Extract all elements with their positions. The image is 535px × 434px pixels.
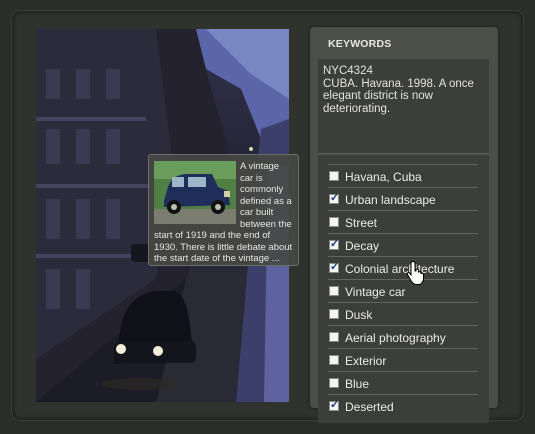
keyword-label: Deserted [345,400,394,414]
keywords-panel: KEYWORDS NYC4324 CUBA. Havana. 1998. A o… [310,27,498,423]
checkbox-icon[interactable]: ✓ [329,399,339,411]
keyword-item-blue[interactable]: ✓ Blue [328,371,478,395]
checkbox-icon[interactable]: ✓ [329,238,339,250]
keyword-label: Exterior [345,354,387,368]
keyword-label: Dusk [345,308,373,322]
keyword-label: Street [345,216,378,230]
keyword-label: Aerial photography [345,331,446,345]
hand-pointer-icon [406,260,424,285]
keyword-item-decay[interactable]: ✓ Decay [328,233,478,257]
checkbox-icon[interactable]: ✓ [329,309,339,319]
caption-text: CUBA. Havana. 1998. A once elegant distr… [323,77,474,115]
checkbox-icon[interactable]: ✓ [329,378,339,388]
vintage-car-tooltip: A vintage car is commonly defined as a c… [148,154,299,266]
keyword-list: ✓ Havana, Cuba ✓ Urban landscape ✓ Stree… [318,155,489,423]
keyword-label: Colonial architecture [345,262,455,276]
checkbox-icon[interactable]: ✓ [329,192,339,204]
keyword-item-aerial-photography[interactable]: ✓ Aerial photography [328,325,478,349]
keyword-item-vintage-car[interactable]: ✓ Vintage car [328,279,478,303]
keyword-item-colonial-architecture[interactable]: ✓ Colonial architecture [328,256,478,280]
checkbox-icon[interactable]: ✓ [329,286,339,296]
keyword-item-havana-cuba[interactable]: ✓ Havana, Cuba [328,164,478,188]
keyword-label: Vintage car [345,285,406,299]
image-description: NYC4324 CUBA. Havana. 1998. A once elega… [318,59,489,154]
keyword-label: Decay [345,239,380,253]
image-id: NYC4324 [323,65,373,77]
keywords-title: KEYWORDS [328,38,392,50]
keyword-item-urban-landscape[interactable]: ✓ Urban landscape [328,187,478,211]
vintage-car-thumbnail [154,161,236,224]
checkbox-icon[interactable]: ✓ [329,355,339,365]
keyword-label: Urban landscape [345,193,436,207]
keyword-item-dusk[interactable]: ✓ Dusk [328,302,478,326]
checkbox-icon[interactable]: ✓ [329,217,339,227]
keyword-label: Blue [345,377,370,391]
checkbox-icon[interactable]: ✓ [329,261,339,273]
keyword-label: Havana, Cuba [345,170,422,184]
checkbox-icon[interactable]: ✓ [329,332,339,342]
checkbox-icon[interactable]: ✓ [329,171,339,181]
keyword-item-deserted[interactable]: ✓ Deserted [328,394,478,418]
keyword-item-exterior[interactable]: ✓ Exterior [328,348,478,372]
keyword-item-street[interactable]: ✓ Street [328,210,478,234]
